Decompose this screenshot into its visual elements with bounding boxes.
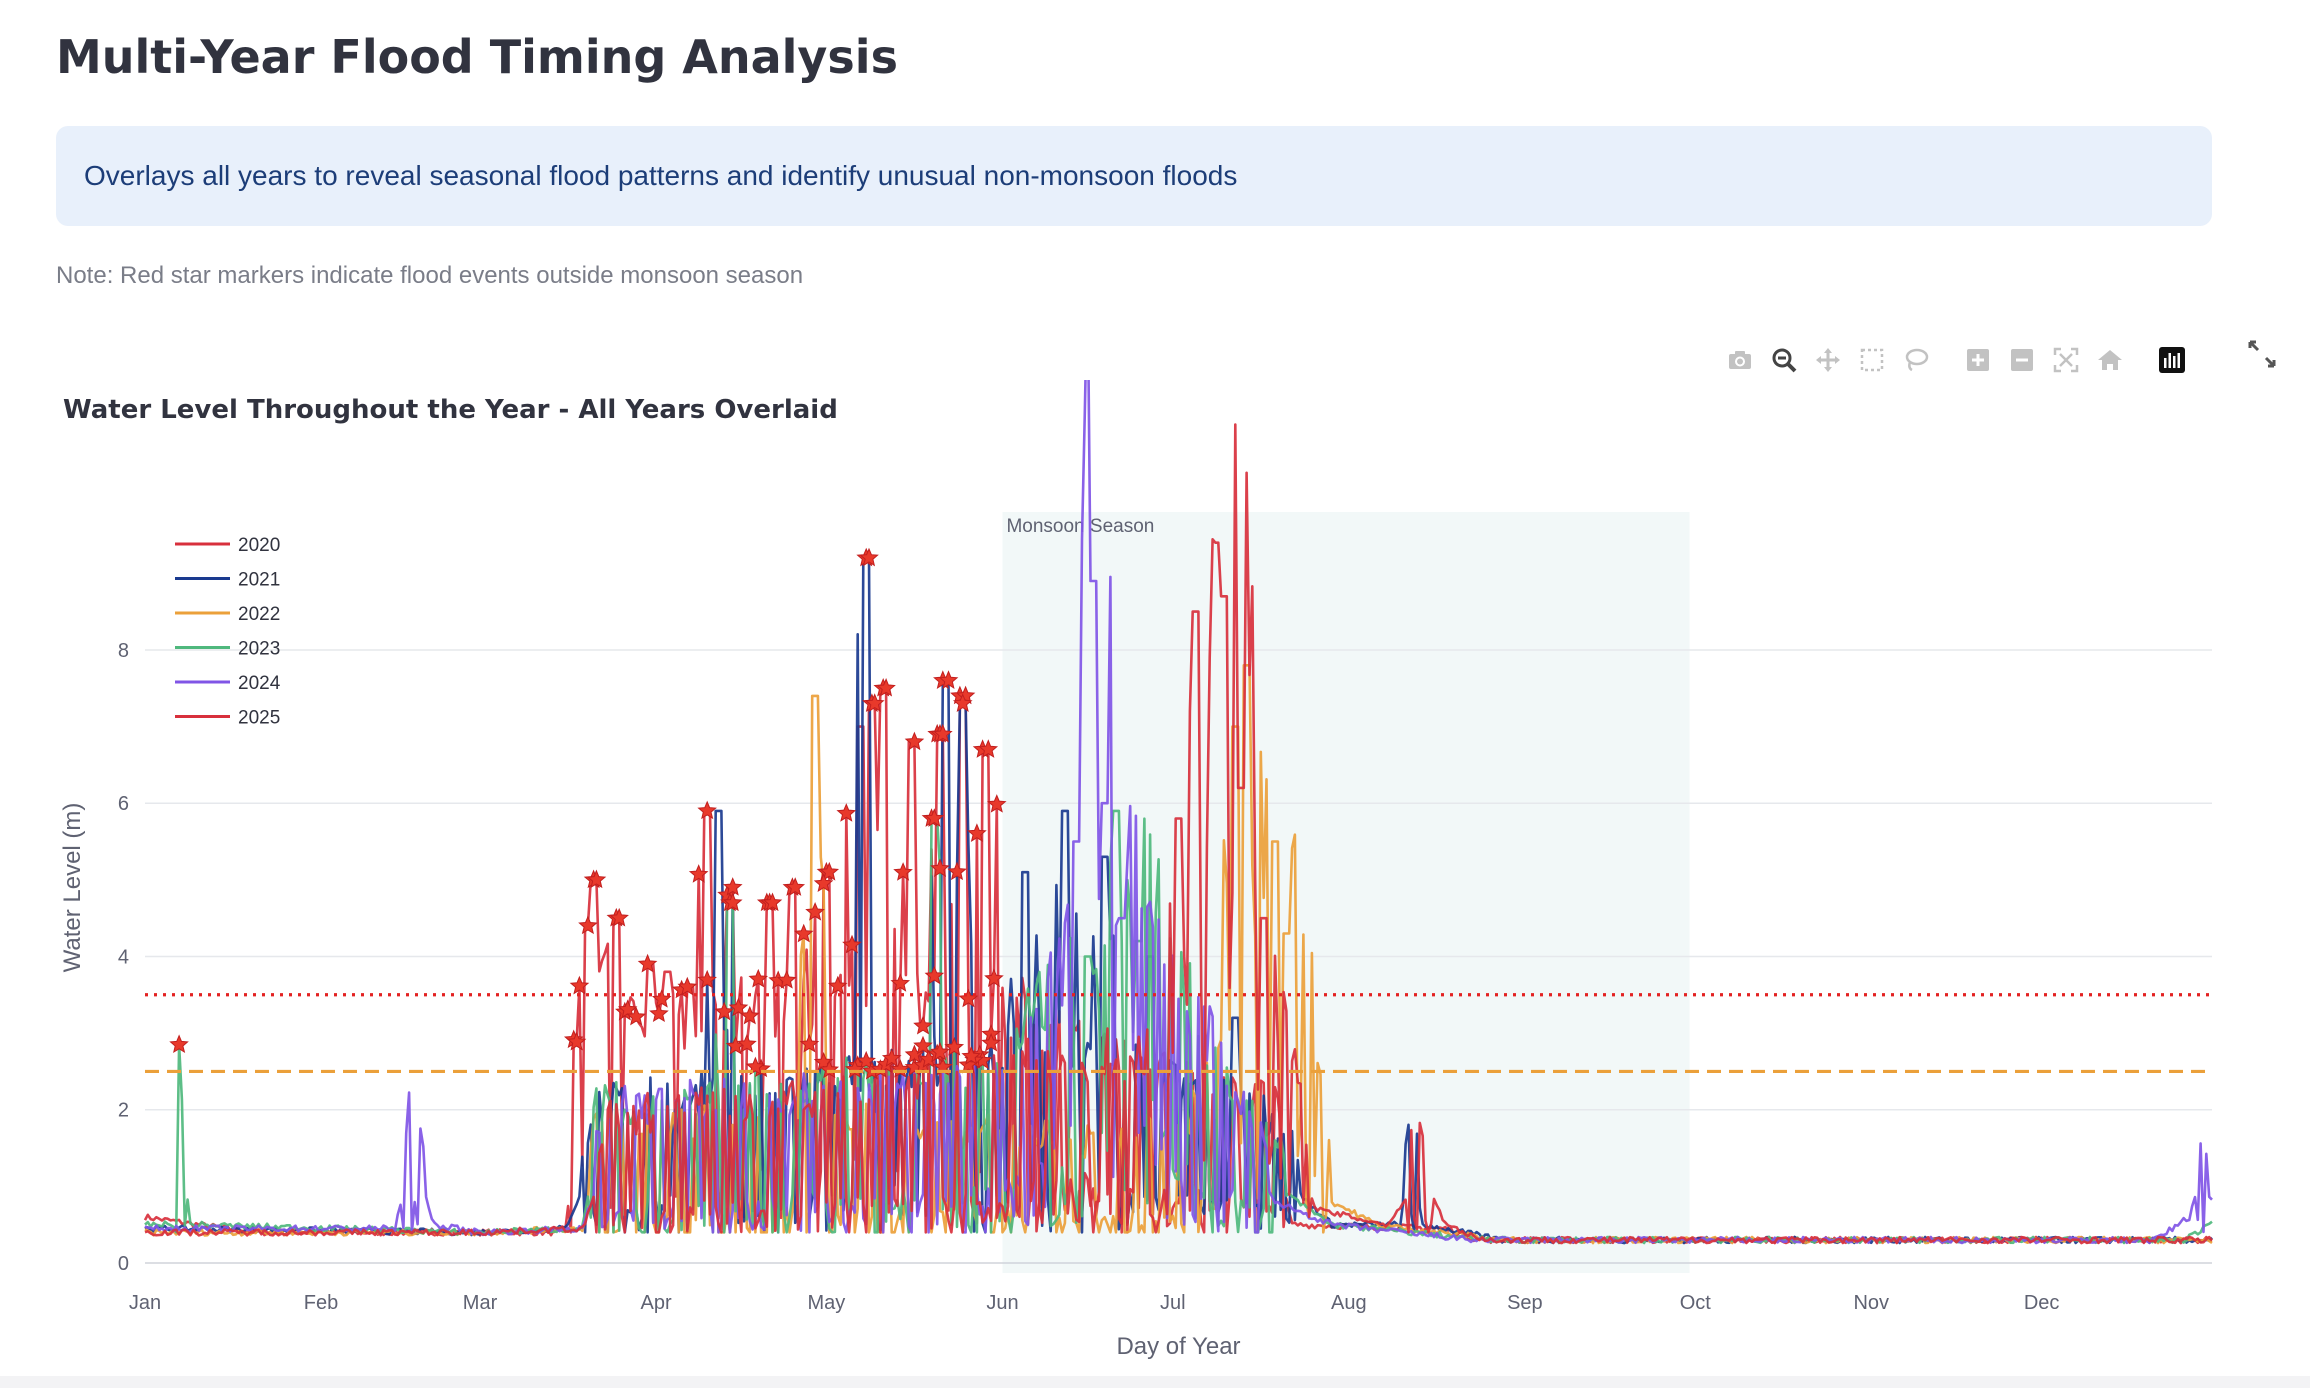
x-tick-label: Apr	[641, 1292, 672, 1314]
bottom-bar	[0, 1376, 2310, 1388]
flood-star-marker	[697, 800, 717, 820]
note-text: Note: Red star markers indicate flood ev…	[56, 262, 804, 289]
x-tick-label: Jun	[986, 1292, 1018, 1314]
zoom-icon[interactable]	[1766, 342, 1802, 378]
x-tick-label: Jan	[129, 1292, 161, 1314]
legend-item-2021[interactable]: 2021	[238, 570, 280, 591]
zoom-in-icon[interactable]	[1960, 342, 1996, 378]
flood-star-marker	[578, 915, 598, 935]
camera-icon[interactable]	[1722, 342, 1758, 378]
x-tick-label: Mar	[463, 1292, 498, 1314]
plotly-logo-icon[interactable]	[2154, 342, 2190, 378]
monsoon-band-label: Monsoon Season	[1006, 516, 1154, 537]
legend-item-2023[interactable]: 2023	[238, 639, 280, 660]
x-tick-label: May	[808, 1292, 846, 1314]
legend-item-2025[interactable]: 2025	[238, 708, 280, 729]
x-tick-label: Dec	[2024, 1292, 2060, 1314]
pan-icon[interactable]	[1810, 342, 1846, 378]
legend-item-2020[interactable]: 2020	[238, 535, 280, 556]
y-tick-label: 0	[118, 1253, 129, 1275]
x-tick-label: Nov	[1853, 1292, 1889, 1314]
x-tick-label: Aug	[1331, 1292, 1367, 1314]
chart-title: Water Level Throughout the Year - All Ye…	[63, 395, 838, 425]
flood-star-marker	[649, 1003, 669, 1023]
y-tick-label: 4	[118, 946, 129, 968]
reset-axes-icon[interactable]	[2092, 342, 2128, 378]
y-tick-label: 2	[118, 1100, 129, 1122]
y-tick-label: 6	[118, 793, 129, 815]
info-text: Overlays all years to reveal seasonal fl…	[84, 160, 1238, 191]
y-axis-label: Water Level (m)	[59, 803, 86, 973]
y-tick-label: 8	[118, 640, 129, 662]
monsoon-band	[1002, 512, 1690, 1273]
zoom-out-icon[interactable]	[2004, 342, 2040, 378]
info-box: Overlays all years to reveal seasonal fl…	[56, 126, 2212, 226]
fullscreen-icon[interactable]	[2244, 336, 2280, 372]
x-axis-label: Day of Year	[1116, 1333, 1240, 1360]
legend-item-2024[interactable]: 2024	[238, 673, 281, 694]
chart-toolbar	[1722, 342, 2198, 378]
x-tick-label: Sep	[1507, 1292, 1543, 1314]
lasso-icon[interactable]	[1898, 342, 1934, 378]
flood-marker-layer	[169, 547, 1007, 1080]
autoscale-icon[interactable]	[2048, 342, 2084, 378]
page-title: Multi-Year Flood Timing Analysis	[56, 30, 898, 84]
x-tick-label: Jul	[1160, 1292, 1186, 1314]
box-select-icon[interactable]	[1854, 342, 1890, 378]
x-tick-label: Oct	[1680, 1292, 1712, 1314]
monsoon-band-layer: Monsoon Season	[1002, 512, 1690, 1273]
legend-item-2022[interactable]: 2022	[238, 604, 280, 625]
water-level-chart: Water Level Throughout the Year - All Ye…	[59, 380, 2214, 1360]
legend: 2020 2021 2022 2023 2024 2025	[175, 535, 281, 729]
x-tick-label: Feb	[304, 1292, 338, 1314]
